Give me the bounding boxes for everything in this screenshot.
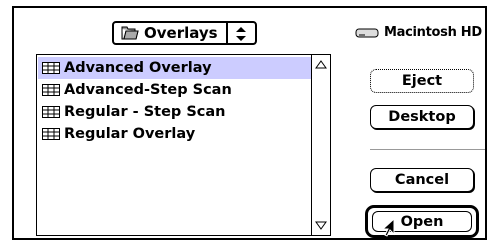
document-icon — [42, 62, 60, 74]
desktop-button[interactable]: Desktop — [370, 105, 474, 129]
file-list[interactable]: Advanced Overlay Advanced-Step Scan Regula… — [36, 54, 331, 236]
cancel-button[interactable]: Cancel — [370, 168, 474, 192]
file-name: Regular - Step Scan — [64, 104, 226, 120]
document-icon — [42, 128, 60, 140]
popup-divider — [226, 23, 228, 43]
file-name: Advanced-Step Scan — [64, 82, 232, 98]
file-list-item[interactable]: Advanced-Step Scan — [38, 79, 311, 101]
current-disk: Macintosh HD — [355, 25, 482, 40]
document-icon — [42, 106, 60, 118]
scroll-up-arrow-icon[interactable] — [312, 55, 330, 74]
hard-disk-icon — [355, 28, 379, 37]
disk-name: Macintosh HD — [384, 25, 482, 40]
document-icon — [42, 84, 60, 96]
up-down-arrows-icon — [236, 27, 246, 41]
file-list-item[interactable]: Regular - Step Scan — [38, 101, 311, 123]
vertical-scrollbar[interactable] — [311, 55, 330, 235]
open-file-dialog: Overlays Macintosh HD Advanced Overlay Ad… — [12, 6, 487, 240]
file-list-item[interactable]: Advanced Overlay — [38, 57, 311, 79]
folder-popup-label: Overlays — [144, 24, 218, 42]
file-list-item[interactable]: Regular Overlay — [38, 123, 311, 145]
file-name: Advanced Overlay — [64, 60, 212, 76]
scroll-down-arrow-icon[interactable] — [312, 216, 330, 235]
file-list-items: Advanced Overlay Advanced-Step Scan Regula… — [38, 57, 311, 145]
button-separator — [370, 149, 485, 150]
eject-button[interactable]: Eject — [370, 69, 474, 93]
arrow-cursor-icon — [381, 218, 395, 237]
file-name: Regular Overlay — [64, 126, 196, 142]
folder-icon — [121, 26, 139, 40]
folder-popup-menu[interactable]: Overlays — [112, 21, 257, 45]
